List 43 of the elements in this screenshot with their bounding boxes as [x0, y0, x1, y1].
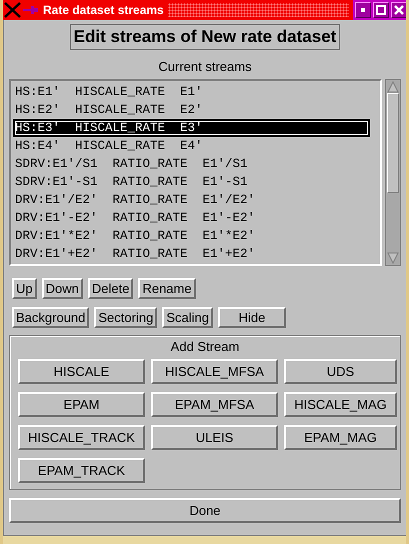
- add-stream-button[interactable]: ULEIS: [151, 425, 278, 450]
- minimize-icon: [359, 6, 367, 14]
- streams-list[interactable]: [9, 79, 382, 266]
- edit-button[interactable]: Down: [42, 278, 83, 299]
- streams-label: Current streams: [157, 59, 253, 74]
- stream-item[interactable]: DRV:E1'*E2' RATIO_RATE E1'*E2': [13, 227, 378, 245]
- x-logo-icon: [4, 2, 22, 18]
- option-button[interactable]: Scaling: [162, 307, 213, 328]
- add-stream-button[interactable]: EPAM_MAG: [284, 425, 397, 450]
- maximize-icon: [376, 5, 386, 15]
- add-stream-button[interactable]: HISCALE_MAG: [284, 392, 397, 417]
- stream-item[interactable]: SDRV:E1'-S1 RATIO_RATE E1'-S1: [13, 173, 378, 191]
- add-stream-button[interactable]: EPAM_MFSA: [151, 392, 278, 417]
- stream-item[interactable]: DRV:E1'/E2' RATIO_RATE E1'/E2': [13, 191, 378, 209]
- stream-item[interactable]: HS:E2' HISCALE_RATE E2': [13, 101, 378, 119]
- option-button[interactable]: Background: [12, 307, 90, 328]
- edit-button[interactable]: Rename: [138, 278, 196, 299]
- add-stream-button[interactable]: HISCALE: [18, 359, 145, 384]
- add-stream-button[interactable]: HISCALE_TRACK: [18, 425, 145, 450]
- edit-button[interactable]: Delete: [88, 278, 134, 299]
- stream-item[interactable]: HS:E1' HISCALE_RATE E1': [13, 83, 378, 101]
- add-stream-button[interactable]: HISCALE_MFSA: [151, 359, 278, 384]
- scrollbar[interactable]: [385, 79, 401, 266]
- edit-button[interactable]: Up: [12, 278, 37, 299]
- option-button[interactable]: Sectoring: [94, 307, 158, 328]
- scroll-down-icon[interactable]: [387, 252, 399, 264]
- stream-item[interactable]: SDRV:E1'/S1 RATIO_RATE E1'/S1: [13, 155, 378, 173]
- dialog-heading: Edit streams of New rate dataset: [70, 24, 340, 50]
- close-icon: [394, 5, 404, 15]
- close-button[interactable]: [391, 2, 406, 18]
- add-stream-button[interactable]: UDS: [284, 359, 397, 384]
- maximize-button[interactable]: [373, 2, 389, 18]
- add-stream-button[interactable]: EPAM: [18, 392, 145, 417]
- stream-item[interactable]: HS:E4' HISCALE_RATE E4': [13, 137, 378, 155]
- window-title: Rate dataset streams: [43, 3, 164, 17]
- stream-item[interactable]: DRV:E1'+E2' RATIO_RATE E1'+E2': [13, 245, 378, 263]
- minimize-button[interactable]: [355, 2, 371, 18]
- stream-item[interactable]: HS:E3' HISCALE_RATE E3': [13, 119, 370, 137]
- stream-item[interactable]: DRV:E1'-E2' RATIO_RATE E1'-E2': [13, 209, 378, 227]
- done-button[interactable]: Done: [9, 498, 401, 523]
- add-stream-title: Add Stream: [170, 339, 240, 354]
- option-button[interactable]: Hide: [218, 307, 286, 328]
- add-stream-button[interactable]: EPAM_TRACK: [18, 458, 145, 483]
